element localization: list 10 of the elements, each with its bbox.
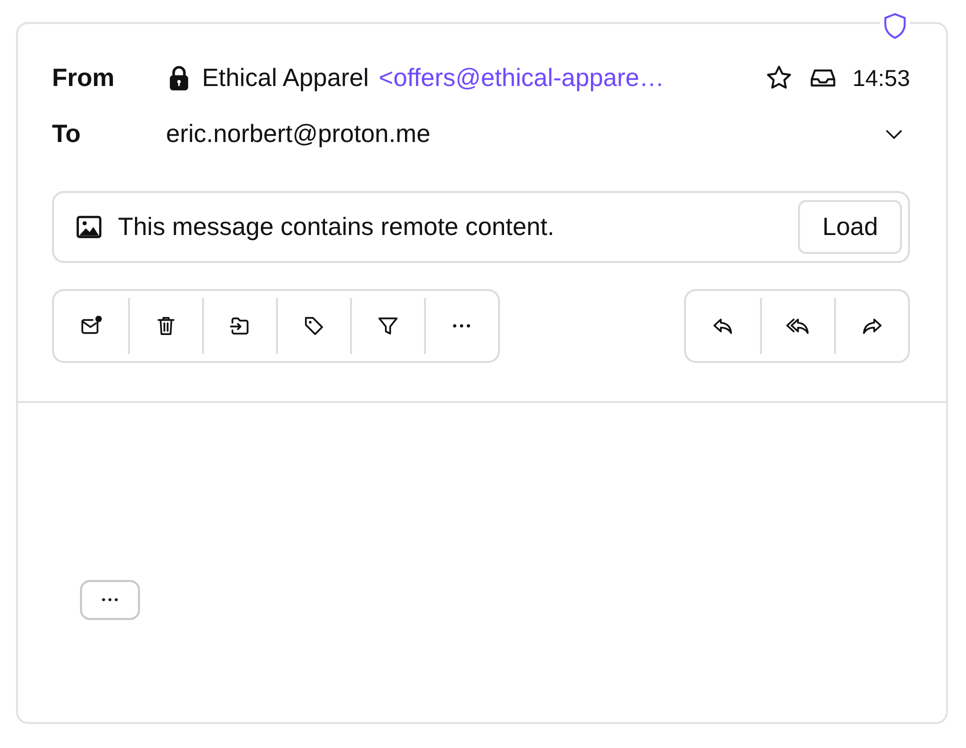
more-icon [102,598,118,602]
sender-address[interactable]: <offers@ethical-appare… [378,64,664,92]
to-label: To [52,120,82,148]
time-text: 14:53 [852,64,910,92]
banner-text: This message contains remote content. [118,212,556,242]
sender-name: Ethical Apparel [202,64,369,92]
recipient-address: eric.norbert@proton.me [166,120,432,148]
more-icon [453,324,471,328]
from-label: From [52,64,116,92]
load-button[interactable]: Load [798,200,902,254]
